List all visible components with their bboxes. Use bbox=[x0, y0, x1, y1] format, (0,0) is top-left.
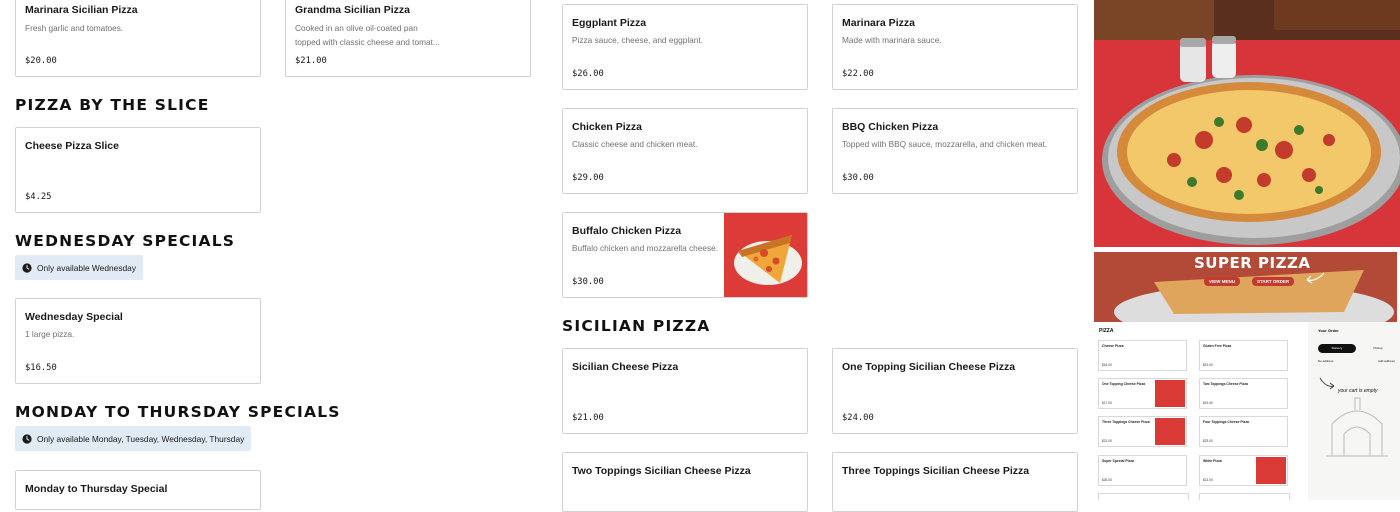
item-description: Topped with BBQ sauce, mozzarella, and c… bbox=[842, 139, 1048, 149]
menu-item-card[interactable]: Buffalo Chicken Pizza Buffalo chicken an… bbox=[562, 212, 808, 298]
promo-headline: SUPER PIZZA bbox=[1194, 254, 1311, 272]
menu-item-card[interactable]: Two Toppings Sicilian Cheese Pizza bbox=[562, 452, 808, 512]
mini-menu-card: Gluten Free Pizza $19.00 bbox=[1199, 340, 1288, 371]
menu-item-card[interactable]: Marinara Pizza Made with marinara sauce.… bbox=[832, 4, 1078, 90]
menu-item-card[interactable]: Three Toppings Sicilian Cheese Pizza bbox=[832, 452, 1078, 512]
item-price: $30.00 bbox=[572, 277, 604, 287]
item-description: Classic cheese and chicken meat. bbox=[572, 139, 698, 149]
item-description: 1 large pizza. bbox=[25, 329, 75, 339]
item-name: Sicilian Cheese Pizza bbox=[572, 361, 679, 373]
item-name: Cheese Pizza Slice bbox=[25, 140, 119, 152]
mini-menu-card: Super Special Pizza $26.00 bbox=[1098, 455, 1187, 486]
section-title-wednesday: WEDNESDAY SPECIALS bbox=[15, 232, 236, 250]
arrow-icon bbox=[1306, 272, 1325, 284]
menu-item-card[interactable]: Grandma Sicilian Pizza Cooked in an oliv… bbox=[285, 0, 531, 77]
item-name: Wednesday Special bbox=[25, 311, 123, 323]
menu-item-card[interactable]: Cheese Pizza Slice $4.25 bbox=[15, 127, 261, 213]
item-price: $20.00 bbox=[25, 56, 57, 66]
item-description: Buffalo chicken and mozzarella cheese. bbox=[572, 243, 719, 253]
arrow-icon bbox=[1319, 377, 1335, 390]
mini-section-title: PIZZA bbox=[1099, 328, 1114, 334]
section-title-sicilian: SICILIAN PIZZA bbox=[562, 317, 711, 335]
item-name: Monday to Thursday Special bbox=[25, 483, 168, 495]
mini-order-panel: Your Order Delivery Pickup No address Ad… bbox=[1308, 322, 1400, 500]
item-description: Fresh garlic and tomatoes. bbox=[25, 23, 124, 33]
menu-item-card[interactable]: One Topping Sicilian Cheese Pizza $24.00 bbox=[832, 348, 1078, 434]
menu-item-card[interactable]: Chicken Pizza Classic cheese and chicken… bbox=[562, 108, 808, 194]
item-name: Eggplant Pizza bbox=[572, 17, 647, 29]
start-order-button[interactable]: START ORDER bbox=[1252, 277, 1295, 286]
item-name: Marinara Sicilian Pizza bbox=[25, 4, 138, 16]
promo-banner: SUPER PIZZA VIEW MENU START ORDER bbox=[1094, 252, 1400, 322]
item-name: Marinara Pizza bbox=[842, 17, 915, 29]
item-price: $24.00 bbox=[842, 413, 874, 423]
clock-icon bbox=[22, 433, 32, 444]
item-name: Buffalo Chicken Pizza bbox=[572, 225, 682, 237]
mini-menu-card: Cheese Pizza $16.00 bbox=[1098, 340, 1187, 371]
item-price: $16.50 bbox=[25, 363, 57, 373]
item-price: $22.00 bbox=[842, 69, 874, 79]
menu-item-card[interactable]: Sicilian Cheese Pizza $21.00 bbox=[562, 348, 808, 434]
item-name: Grandma Sicilian Pizza bbox=[295, 4, 410, 16]
item-description: Pizza sauce, cheese, and eggplant. bbox=[572, 35, 703, 45]
website-screenshot: PIZZA Cheese Pizza $16.00 Gluten Free Piz… bbox=[1094, 322, 1400, 500]
availability-notice: Only available Wednesday bbox=[15, 255, 144, 280]
pizza-photo bbox=[1094, 0, 1400, 247]
mini-menu-card: Four Toppings Cheese Pizza $23.00 bbox=[1199, 416, 1288, 447]
mini-menu-card: One Topping Cheese Pizza $17.00 bbox=[1098, 378, 1187, 409]
section-title-mon-thu: MONDAY TO THURSDAY SPECIALS bbox=[15, 403, 341, 421]
menu-item-card[interactable]: BBQ Chicken Pizza Topped with BBQ sauce,… bbox=[832, 108, 1078, 194]
view-menu-button[interactable]: VIEW MENU bbox=[1204, 277, 1241, 286]
pizza-oven-icon bbox=[1326, 397, 1388, 457]
mini-menu-card: Three Toppings Cheese Pizza $21.00 bbox=[1098, 416, 1187, 447]
item-price: $4.25 bbox=[25, 192, 52, 202]
item-description: Made with marinara sauce. bbox=[842, 35, 942, 45]
item-name: BBQ Chicken Pizza bbox=[842, 121, 939, 133]
promo-gallery: SUPER PIZZA VIEW MENU START ORDER PIZZA … bbox=[1094, 0, 1400, 500]
notice-text: Only available Wednesday bbox=[37, 262, 137, 273]
item-name: One Topping Sicilian Cheese Pizza bbox=[842, 361, 1016, 373]
menu-item-card[interactable]: Wednesday Special 1 large pizza. $16.50 bbox=[15, 298, 261, 384]
menu-item-card[interactable]: Eggplant Pizza Pizza sauce, cheese, and … bbox=[562, 4, 808, 90]
menu-item-card[interactable]: Marinara Sicilian Pizza Fresh garlic and… bbox=[15, 0, 261, 77]
menu-item-card[interactable]: Monday to Thursday Special bbox=[15, 470, 261, 510]
item-description: Cooked in an olive oil-coated pan topped… bbox=[295, 23, 440, 47]
item-name: Two Toppings Sicilian Cheese Pizza bbox=[572, 465, 751, 477]
section-title-slice: PIZZA BY THE SLICE bbox=[15, 96, 210, 114]
clock-icon bbox=[22, 262, 32, 273]
item-price: $21.00 bbox=[572, 413, 604, 423]
mini-menu-card: Two Toppings Cheese Pizza $19.00 bbox=[1199, 378, 1288, 409]
notice-text: Only available Monday, Tuesday, Wednesda… bbox=[37, 433, 245, 444]
item-price: $30.00 bbox=[842, 173, 874, 183]
item-price: $29.00 bbox=[572, 173, 604, 183]
item-price: $26.00 bbox=[572, 69, 604, 79]
mini-menu-card: White Pizza $21.00 bbox=[1199, 455, 1288, 486]
pizza-slice-image bbox=[724, 213, 807, 297]
item-name: Three Toppings Sicilian Cheese Pizza bbox=[842, 465, 1030, 477]
item-name: Chicken Pizza bbox=[572, 121, 643, 133]
availability-notice: Only available Monday, Tuesday, Wednesda… bbox=[15, 426, 252, 451]
item-price: $21.00 bbox=[295, 56, 327, 66]
